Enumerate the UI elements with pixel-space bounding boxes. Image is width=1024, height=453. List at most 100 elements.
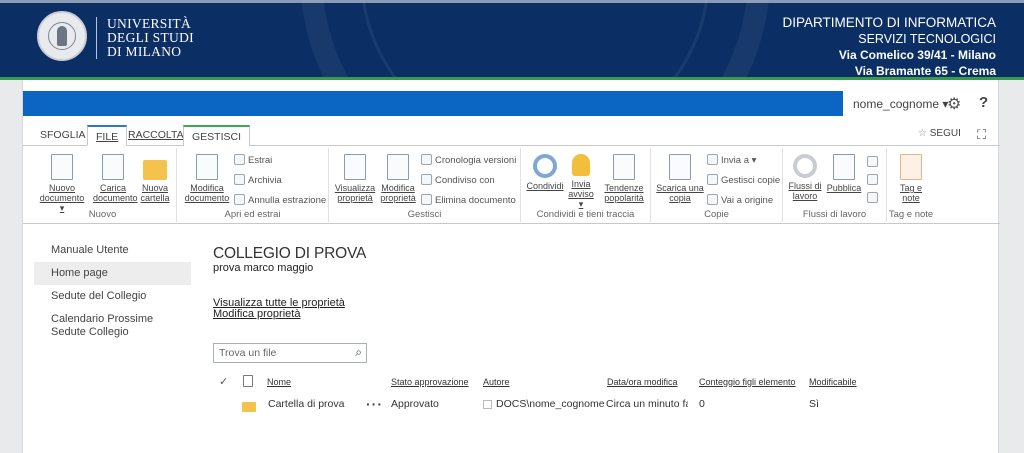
condividi-button[interactable]: Condividi xyxy=(525,154,565,191)
nuova-cartella-button[interactable]: Nuova cartella xyxy=(137,154,173,203)
gear-icon[interactable]: ⚙ xyxy=(947,94,961,114)
nuova-cartella-label-2: cartella xyxy=(140,193,170,203)
ribbon: Nuovo documento ▾ Carica documento Nuova… xyxy=(23,146,1000,224)
condiviso-con-label: Condiviso con xyxy=(435,175,495,186)
column-header-autore[interactable]: Autore xyxy=(483,377,510,387)
university-seal-logo[interactable] xyxy=(37,11,87,61)
group-copie-label: Copie xyxy=(704,209,729,220)
page-subtitle: prova marco maggio xyxy=(213,262,314,274)
university-name-line-1: UNIVERSITÀ xyxy=(107,16,191,31)
university-name[interactable]: UNIVERSITÀ DEGLI STUDI DI MILANO xyxy=(107,17,194,59)
column-header-conteggio[interactable]: Conteggio figli elemento xyxy=(699,377,796,387)
search-icon[interactable]: ⌕ xyxy=(355,345,362,360)
column-header-nome[interactable]: Nome xyxy=(267,377,291,387)
group-condividi: Condividi Invia avviso ▾ Tendenze popola… xyxy=(521,148,651,222)
tab-sfoglia[interactable]: SFOGLIA xyxy=(32,125,94,146)
cronologia-versioni-label: Cronologia versioni xyxy=(435,155,517,166)
row-data: Circa un minuto fa xyxy=(606,398,688,410)
elimina-documento-button[interactable]: Elimina documento xyxy=(421,194,516,206)
group-copie: Scarica una copia Invia a ▾ Gestisci cop… xyxy=(651,148,783,222)
view-properties-icon xyxy=(344,154,366,180)
archivia-button[interactable]: Archivia xyxy=(234,174,282,186)
send-to-icon xyxy=(707,154,718,165)
university-name-line-2: DEGLI STUDI xyxy=(107,30,194,45)
row-autore[interactable]: DOCS\nome_cognome xyxy=(496,398,605,410)
invia-a-button[interactable]: Invia a ▾ xyxy=(707,154,756,166)
unpublish-icon[interactable] xyxy=(867,192,881,204)
star-icon: ☆ xyxy=(918,128,927,139)
nav-item-home-page[interactable]: Home page xyxy=(34,262,191,285)
quick-launch-nav: Manuale Utente Home page Sedute del Coll… xyxy=(34,239,191,344)
elimina-documento-label: Elimina documento xyxy=(435,195,516,206)
ellipsis-menu-icon[interactable]: ··· xyxy=(366,396,383,412)
group-nuovo-label: Nuovo xyxy=(88,209,117,220)
select-all-checkbox[interactable]: ✓ xyxy=(219,375,228,388)
flussi-lavoro-label-2: lavoro xyxy=(792,191,818,201)
group-flussi: Flussi di lavoro Pubblica Flussi di lavo… xyxy=(783,148,887,222)
department-name: DIPARTIMENTO DI INFORMATICA xyxy=(782,15,996,30)
nav-item-sedute-collegio[interactable]: Sedute del Collegio xyxy=(34,285,191,308)
follow-label: SEGUI xyxy=(929,128,961,139)
invia-avviso-label-2: avviso ▾ xyxy=(568,189,594,209)
flussi-lavoro-button[interactable]: Flussi di lavoro xyxy=(787,154,823,201)
nuovo-documento-button[interactable]: Nuovo documento ▾ xyxy=(37,154,87,213)
gestisci-copie-button[interactable]: Gestisci copie xyxy=(707,174,780,186)
suite-bar xyxy=(23,91,843,116)
tab-gestisci[interactable]: GESTISCI xyxy=(183,125,251,146)
modifica-proprieta-label-1: Modifica xyxy=(381,183,415,193)
tag-note-button[interactable]: Tag e note xyxy=(893,154,929,203)
user-menu[interactable]: nome_cognome ▾ xyxy=(853,97,948,111)
pubblica-button[interactable]: Pubblica xyxy=(825,154,863,193)
invia-a-label: Invia a ▾ xyxy=(721,155,757,166)
checkin-icon xyxy=(234,174,245,185)
vai-origine-button[interactable]: Vai a origine xyxy=(707,194,773,206)
ribbon-tabs: SFOGLIA FILE RACCOLTA GESTISCI xyxy=(23,125,1000,146)
column-header-modificabile[interactable]: Modificabile xyxy=(809,377,857,387)
reject-icon[interactable] xyxy=(867,174,881,186)
new-document-icon xyxy=(51,154,73,180)
annulla-estrazione-button[interactable]: Annulla estrazione xyxy=(234,194,326,206)
tendenze-popolarita-label-2: popolarità xyxy=(604,193,644,203)
presence-icon xyxy=(483,400,492,409)
condiviso-con-button[interactable]: Condiviso con xyxy=(421,174,495,186)
nav-item-manuale-utente[interactable]: Manuale Utente xyxy=(34,239,191,262)
group-tag-note: Tag e note Tag e note xyxy=(887,148,935,222)
edit-document-icon xyxy=(196,154,218,180)
scarica-copia-button[interactable]: Scarica una copia xyxy=(655,154,705,203)
invia-avviso-button[interactable]: Invia avviso ▾ xyxy=(565,154,597,209)
focus-content-icon[interactable]: ⛶ xyxy=(977,127,986,143)
carica-documento-button[interactable]: Carica documento xyxy=(93,154,138,203)
row-name[interactable]: Cartella di prova xyxy=(268,398,344,410)
excel-trends-icon xyxy=(613,154,635,180)
group-gestisci: Visualizza proprietà Modifica proprietà … xyxy=(329,148,521,222)
help-icon[interactable]: ? xyxy=(979,94,988,111)
modifica-proprieta-button[interactable]: Modifica proprietà xyxy=(377,154,419,203)
search-input[interactable]: Trova un file ⌕ xyxy=(213,343,367,363)
visualizza-proprieta-label-2: proprietà xyxy=(337,193,373,203)
department-info: DIPARTIMENTO DI INFORMATICA SERVIZI TECN… xyxy=(782,15,996,79)
university-name-line-3: DI MILANO xyxy=(107,44,182,59)
tendenze-popolarita-button[interactable]: Tendenze popolarità xyxy=(601,154,647,203)
banner-watermark-ring xyxy=(360,0,710,80)
column-header-data[interactable]: Data/ora modifica xyxy=(607,377,678,387)
cronologia-versioni-button[interactable]: Cronologia versioni xyxy=(421,154,516,166)
follow-button[interactable]: ☆ SEGUI xyxy=(918,128,961,139)
row-modificabile: Sì xyxy=(809,398,819,410)
address-milano: Via Comelico 39/41 - Milano xyxy=(838,48,996,62)
tag-note-label-1: Tag e xyxy=(899,183,923,193)
edit-properties-link[interactable]: Modifica proprietà xyxy=(213,308,300,320)
nav-item-calendario[interactable]: Calendario Prossime Sedute Collegio xyxy=(34,308,191,344)
visualizza-proprieta-label-1: Visualizza xyxy=(334,183,376,193)
page-title: COLLEGIO DI PROVA xyxy=(213,245,367,262)
pubblica-label: Pubblica xyxy=(826,183,862,193)
folder-icon xyxy=(143,160,167,180)
estrai-button[interactable]: Estrai xyxy=(234,154,272,166)
annulla-estrazione-label: Annulla estrazione xyxy=(248,195,327,206)
download-copy-icon xyxy=(669,154,691,180)
column-header-stato[interactable]: Stato approvazione xyxy=(391,377,469,387)
tab-raccolta[interactable]: RACCOLTA xyxy=(120,125,192,146)
approve-icon[interactable] xyxy=(867,156,881,168)
modifica-documento-button[interactable]: Modifica documento xyxy=(183,154,231,203)
visualizza-proprieta-button[interactable]: Visualizza proprietà xyxy=(333,154,377,203)
group-tag-note-label: Tag e note xyxy=(888,209,934,220)
